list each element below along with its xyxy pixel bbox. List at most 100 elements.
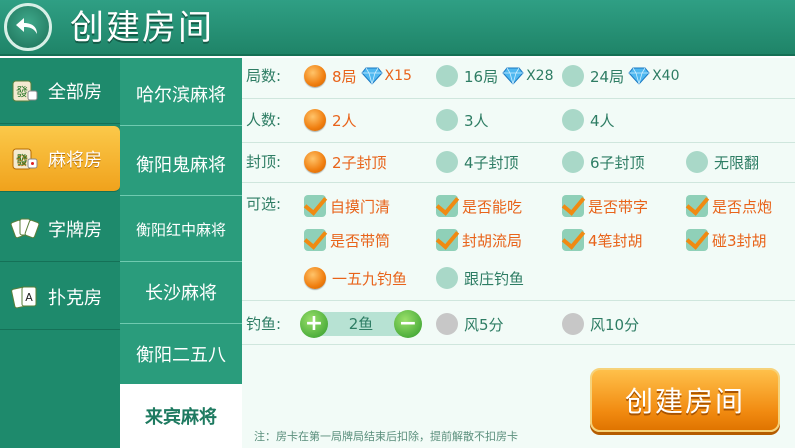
radio-unselected (436, 109, 458, 131)
optional-checkbox[interactable]: 是否能吃 (436, 194, 522, 218)
option-label: 是否能吃 (462, 197, 523, 216)
card-cost: X15 (384, 68, 412, 84)
checkbox-checked-icon (436, 229, 458, 251)
optional-checkbox[interactable]: 是否点炮 (686, 194, 772, 218)
option-label: 碰3封胡 (712, 231, 767, 250)
players-option[interactable]: 4人 (562, 108, 615, 132)
category-sidebar: 發 全部房 發 麻将房 字牌房 A 扑克房 (0, 58, 120, 448)
svg-text:發: 發 (16, 84, 28, 99)
page-title: 创建房间 (70, 8, 214, 48)
checkbox-checked-icon (562, 229, 584, 251)
category-all[interactable]: 發 全部房 (0, 58, 120, 124)
row-divider (242, 182, 795, 183)
game-item[interactable]: 衡阳鬼麻将 (120, 132, 242, 196)
svg-text:A: A (25, 291, 33, 304)
category-label: 扑克房 (48, 287, 102, 309)
radio-unselected (436, 65, 458, 87)
row-divider (242, 300, 795, 301)
checkbox-checked-icon (304, 229, 326, 251)
option-label: 24局 (590, 67, 625, 86)
cap-option[interactable]: 4子封顶 (436, 150, 519, 174)
players-option[interactable]: 3人 (436, 108, 489, 132)
category-mahjong[interactable]: 發 麻将房 (0, 126, 120, 192)
option-label: 4人 (590, 111, 615, 130)
option-label: 8局 (332, 67, 357, 86)
optional-label: 可选: (246, 195, 282, 213)
fishing-wind-option[interactable]: 风10分 (562, 312, 639, 336)
game-item[interactable]: 衡阳二五八 (120, 322, 242, 386)
cap-option[interactable]: 2子封顶 (304, 150, 387, 174)
option-label: 跟庄钓鱼 (464, 269, 525, 288)
cap-option[interactable]: 6子封顶 (562, 150, 645, 174)
card-cost: X28 (526, 68, 554, 84)
checkbox-checked-icon (304, 195, 326, 217)
option-label: 3人 (464, 111, 489, 130)
diamond-icon (360, 67, 383, 85)
radio-unselected (562, 109, 584, 131)
option-label: 风10分 (590, 315, 640, 334)
optional-checkbox[interactable]: 4笔封胡 (562, 228, 643, 252)
options-panel: 局数: 8局 X15 16局 X28 24局 X40 人数: 2人 3人 4人 … (242, 58, 795, 448)
poker-cards-icon: A (10, 284, 40, 310)
game-item-selected[interactable]: 来宾麻将 (120, 384, 242, 448)
radio-disabled (562, 313, 584, 335)
rounds-option[interactable]: 24局 X40 (562, 64, 680, 88)
fa-tile-icon: 發 (10, 78, 40, 104)
card-fan-icon (10, 216, 40, 242)
rounds-option[interactable]: 16局 X28 (436, 64, 554, 88)
radio-selected (304, 65, 326, 87)
option-label: 是否带筒 (330, 231, 391, 250)
rounds-option[interactable]: 8局 X15 (304, 64, 412, 88)
optional-checkbox[interactable]: 是否带筒 (304, 228, 390, 252)
fa-tile-dice-icon: 發 (10, 146, 40, 172)
option-label: 6子封顶 (590, 153, 645, 172)
optional-checkbox[interactable]: 是否带字 (562, 194, 648, 218)
radio-selected (304, 109, 326, 131)
category-poker[interactable]: A 扑克房 (0, 264, 120, 330)
game-item[interactable]: 哈尔滨麻将 (120, 62, 242, 126)
category-label: 麻将房 (48, 149, 102, 171)
option-label: 一五九钓鱼 (332, 269, 408, 288)
diamond-icon (502, 67, 524, 85)
option-label: 封胡流局 (462, 231, 523, 250)
rounds-label: 局数: (246, 67, 282, 85)
radio-disabled (436, 313, 458, 335)
cap-option[interactable]: 无限翻 (686, 150, 759, 174)
optional-checkbox[interactable]: 封胡流局 (436, 228, 522, 252)
category-zipai[interactable]: 字牌房 (0, 196, 120, 262)
option-label: 是否点炮 (712, 197, 773, 216)
fishing-mode-option[interactable]: 一五九钓鱼 (304, 266, 407, 290)
radio-unselected (436, 151, 458, 173)
option-label: 自摸门清 (330, 197, 391, 216)
create-room-button[interactable]: 创建房间 (590, 368, 780, 432)
players-label: 人数: (246, 111, 282, 129)
radio-selected (304, 267, 326, 289)
fishing-label: 钓鱼: (246, 315, 282, 333)
option-label: 是否带字 (588, 197, 649, 216)
checkbox-checked-icon (562, 195, 584, 217)
game-item[interactable]: 衡阳红中麻将 (120, 198, 242, 262)
back-button[interactable] (4, 3, 52, 51)
players-option[interactable]: 2人 (304, 108, 357, 132)
card-cost: X40 (652, 68, 680, 84)
footnote: 注：房卡在第一局牌局结束后扣除，提前解散不扣房卡 (254, 430, 518, 443)
option-label: 2人 (332, 111, 357, 130)
fishing-mode-option[interactable]: 跟庄钓鱼 (436, 266, 524, 290)
fishing-wind-option[interactable]: 风5分 (436, 312, 504, 336)
option-label: 2子封顶 (332, 153, 387, 172)
radio-unselected (686, 151, 708, 173)
category-label: 全部房 (48, 81, 102, 103)
row-divider (242, 142, 795, 143)
option-label: 无限翻 (714, 153, 760, 172)
row-divider (242, 344, 795, 345)
game-item[interactable]: 长沙麻将 (120, 260, 242, 324)
optional-checkbox[interactable]: 自摸门清 (304, 194, 390, 218)
radio-selected (304, 151, 326, 173)
checkbox-checked-icon (686, 195, 708, 217)
cap-label: 封顶: (246, 153, 282, 171)
optional-checkbox[interactable]: 碰3封胡 (686, 228, 767, 252)
header-bar: 创建房间 (0, 0, 795, 56)
minus-button[interactable]: − (394, 310, 422, 338)
option-label: 4子封顶 (464, 153, 519, 172)
game-list: 哈尔滨麻将 衡阳鬼麻将 衡阳红中麻将 长沙麻将 衡阳二五八 来宾麻将 (120, 58, 242, 448)
